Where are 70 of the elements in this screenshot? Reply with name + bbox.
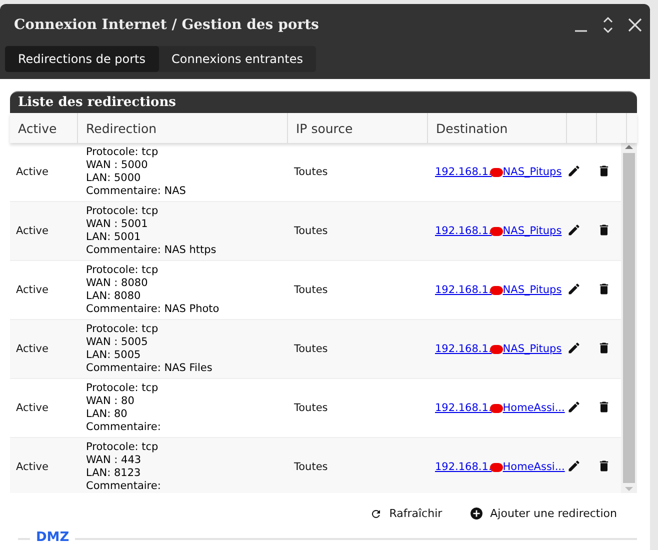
- table-cell-text: Active: [15, 343, 50, 355]
- table-cell-text: Active: [15, 284, 50, 296]
- table-cell-text: Protocole: tcp: [86, 205, 160, 218]
- trash-icon[interactable]: [597, 458, 611, 472]
- refresh-button[interactable]: Rafraîchir: [370, 507, 442, 520]
- table-cell-text: WAN : 5005: [86, 336, 149, 349]
- table-cell-text: Commentaire:: [86, 480, 162, 493]
- scrollbar[interactable]: [621, 143, 637, 493]
- table-cell-text: WAN : 5001: [86, 218, 149, 231]
- table-cell-text: Toutes: [293, 284, 329, 296]
- add-button[interactable]: Ajouter une redirection: [470, 507, 617, 520]
- pencil-icon[interactable]: [567, 164, 581, 178]
- refresh-icon: [370, 508, 382, 520]
- table-cell-text: Protocole: tcp: [86, 264, 160, 277]
- panel-title: Liste des redirections: [10, 91, 637, 113]
- pencil-icon[interactable]: [567, 458, 581, 472]
- table-cell-text: Active: [15, 166, 50, 178]
- table-cell-text: Commentaire: NAS https: [86, 244, 218, 257]
- destination-link[interactable]: 192.168.1. HomeAssi...: [435, 402, 565, 414]
- table-cell-text: Active: [15, 402, 50, 414]
- column-header: Destination: [428, 113, 567, 143]
- table-cell-text: Protocole: tcp: [86, 323, 160, 336]
- table-cell-text: Toutes: [293, 166, 329, 178]
- table-cell-text: Active: [15, 225, 50, 237]
- table-cell-text: WAN : 443: [86, 454, 142, 467]
- trash-icon[interactable]: [597, 282, 611, 296]
- table-cell-text: Protocole: tcp: [86, 146, 160, 159]
- table-cell-text: Commentaire: NAS: [86, 185, 187, 198]
- table-cell-text: Protocole: tcp: [86, 382, 160, 395]
- table-cell-text: LAN: 5005: [86, 349, 142, 362]
- table-cell-text: LAN: 8080: [86, 290, 142, 303]
- table-cell-text: LAN: 5001: [86, 231, 142, 244]
- pencil-icon[interactable]: [567, 282, 581, 296]
- plus-circle-icon: [470, 507, 484, 520]
- expand-icon[interactable]: [602, 16, 614, 34]
- column-header: IP source: [288, 113, 428, 143]
- column-header: Redirection: [78, 113, 288, 143]
- table-cell-text: Commentaire:: [86, 421, 162, 434]
- close-icon[interactable]: [628, 18, 642, 32]
- destination-link[interactable]: 192.168.1. NAS_Pitups: [435, 343, 562, 355]
- table-cell-text: WAN : 80: [86, 395, 136, 408]
- table-cell-text: Active: [15, 461, 50, 473]
- table-cell-text: LAN: 5000: [86, 172, 142, 185]
- table-cell-text: Protocole: tcp: [86, 441, 160, 454]
- table-cell-text: Commentaire: NAS Files: [86, 362, 214, 375]
- trash-icon[interactable]: [597, 222, 611, 236]
- trash-icon[interactable]: [597, 164, 611, 178]
- pencil-icon[interactable]: [567, 400, 581, 414]
- pencil-icon[interactable]: [567, 340, 581, 354]
- table-cell-text: LAN: 80: [86, 408, 128, 421]
- table-cell-text: Toutes: [293, 461, 329, 473]
- trash-icon[interactable]: [597, 340, 611, 354]
- column-header: Active: [10, 113, 78, 143]
- table-cell-text: LAN: 8123: [86, 467, 142, 480]
- trash-icon[interactable]: [597, 400, 611, 414]
- table-cell-text: WAN : 8080: [86, 277, 149, 290]
- destination-link[interactable]: 192.168.1. NAS_Pitups: [435, 225, 562, 237]
- table-cell-text: Toutes: [293, 343, 329, 355]
- table-cell-text: Toutes: [293, 402, 329, 414]
- table-cell-text: Toutes: [293, 225, 329, 237]
- table-cell-text: Commentaire: NAS Photo: [86, 303, 220, 316]
- destination-link[interactable]: 192.168.1. NAS_Pitups: [435, 284, 562, 296]
- section-title: DMZ: [30, 531, 76, 540]
- pencil-icon[interactable]: [567, 222, 581, 236]
- tab[interactable]: Redirections de ports: [5, 46, 158, 72]
- destination-link[interactable]: 192.168.1. NAS_Pitups: [435, 166, 562, 178]
- window-title: Connexion Internet / Gestion des ports: [14, 17, 320, 33]
- table-cell-text: WAN : 5000: [86, 159, 149, 172]
- tab[interactable]: Connexions entrantes: [158, 46, 316, 72]
- destination-link[interactable]: 192.168.1. HomeAssi...: [435, 461, 565, 473]
